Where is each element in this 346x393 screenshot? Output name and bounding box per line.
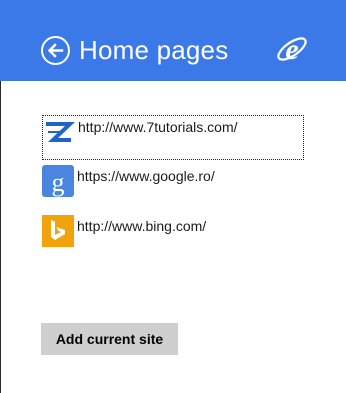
back-arrow-icon (47, 43, 64, 58)
header-bar: Home pages e (0, 0, 346, 81)
home-page-item-7tutorials[interactable]: http://www.7tutorials.com/ (42, 115, 304, 160)
page-title: Home pages (79, 35, 229, 65)
internet-explorer-icon: e (277, 33, 307, 66)
home-page-url: http://www.bing.com/ (77, 218, 207, 234)
svg-text:g: g (52, 168, 65, 197)
page-left-border (0, 81, 1, 393)
home-page-url: https://www.google.ro/ (77, 168, 215, 184)
home-page-item-bing[interactable]: http://www.bing.com/ (42, 215, 304, 247)
home-page-url: http://www.7tutorials.com/ (78, 119, 238, 135)
home-page-item-google[interactable]: g https://www.google.ro/ (42, 165, 304, 197)
google-icon: g (42, 165, 74, 197)
bing-icon (42, 215, 74, 247)
back-button[interactable] (41, 36, 70, 65)
add-current-site-button[interactable]: Add current site (41, 323, 178, 355)
svg-text:e: e (285, 33, 298, 66)
7tutorials-icon (46, 122, 75, 142)
